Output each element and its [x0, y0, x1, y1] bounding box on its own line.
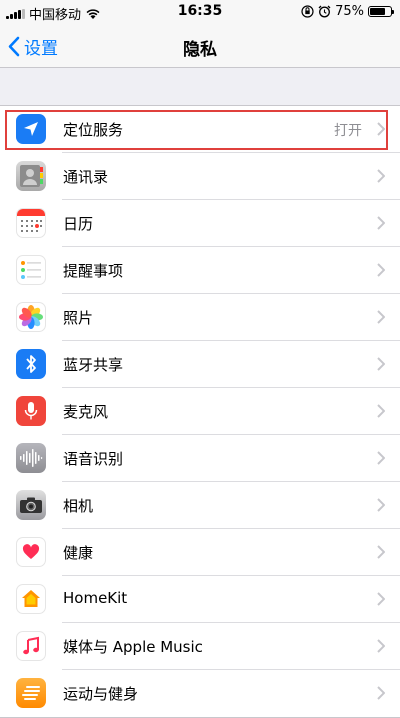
chevron-right-icon [377, 639, 385, 653]
chevron-right-icon [377, 310, 385, 324]
music-note-icon [16, 631, 46, 661]
chevron-right-icon [377, 169, 385, 183]
row-label: 定位服务 [63, 121, 124, 139]
row-camera[interactable]: 相机 [0, 482, 400, 529]
row-label: 健康 [63, 544, 94, 562]
location-arrow-icon [16, 114, 46, 144]
row-calendar[interactable]: 日历 [0, 200, 400, 247]
chevron-right-icon [377, 686, 385, 700]
health-heart-icon [16, 537, 46, 567]
chevron-right-icon [377, 263, 385, 277]
battery-icon [368, 6, 394, 17]
row-label: HomeKit [63, 589, 128, 607]
alarm-clock-icon [318, 5, 331, 18]
chevron-right-icon [377, 498, 385, 512]
row-label: 语音识别 [63, 450, 124, 468]
contacts-icon [16, 161, 46, 191]
row-label: 媒体与 Apple Music [63, 638, 203, 656]
calendar-icon [16, 208, 46, 238]
row-label: 通讯录 [63, 168, 109, 186]
status-bar: 中国移动 16:35 75% [0, 0, 400, 24]
row-contacts[interactable]: 通讯录 [0, 153, 400, 200]
row-bluetooth-sharing[interactable]: 蓝牙共享 [0, 341, 400, 388]
privacy-settings-list: 定位服务 打开 通讯录 日历 提醒事项 照片 蓝牙共享 麦克风 语音识别 相机 … [0, 105, 400, 718]
row-label: 照片 [63, 309, 94, 327]
row-reminders[interactable]: 提醒事项 [0, 247, 400, 294]
photos-icon [16, 302, 46, 332]
orientation-lock-icon [301, 5, 314, 18]
chevron-right-icon [377, 451, 385, 465]
row-label: 日历 [63, 215, 94, 233]
navigation-bar: 设置 隐私 [0, 24, 400, 68]
chevron-right-icon [377, 592, 385, 606]
row-photos[interactable]: 照片 [0, 294, 400, 341]
row-label: 蓝牙共享 [63, 356, 124, 374]
row-speech-recognition[interactable]: 语音识别 [0, 435, 400, 482]
row-detail-value: 打开 [334, 123, 362, 139]
page-title: 隐私 [183, 40, 217, 60]
row-media-apple-music[interactable]: 媒体与 Apple Music [0, 623, 400, 670]
battery-percent: 75% [335, 4, 364, 19]
row-motion-fitness[interactable]: 运动与健身 [0, 670, 400, 717]
row-label: 相机 [63, 497, 94, 515]
microphone-icon [16, 396, 46, 426]
row-label: 运动与健身 [63, 685, 139, 703]
row-microphone[interactable]: 麦克风 [0, 388, 400, 435]
chevron-right-icon [377, 122, 385, 136]
row-health[interactable]: 健康 [0, 529, 400, 576]
chevron-right-icon [377, 357, 385, 371]
homekit-house-icon [16, 584, 46, 614]
row-location-services[interactable]: 定位服务 打开 [0, 106, 400, 153]
camera-icon [16, 490, 46, 520]
motion-fitness-icon [16, 678, 46, 708]
bluetooth-icon [16, 349, 46, 379]
chevron-right-icon [377, 545, 385, 559]
reminders-icon [16, 255, 46, 285]
row-homekit[interactable]: HomeKit [0, 576, 400, 623]
chevron-right-icon [377, 216, 385, 230]
chevron-right-icon [377, 404, 385, 418]
speech-waveform-icon [16, 443, 46, 473]
row-label: 麦克风 [63, 403, 109, 421]
row-label: 提醒事项 [63, 262, 124, 280]
